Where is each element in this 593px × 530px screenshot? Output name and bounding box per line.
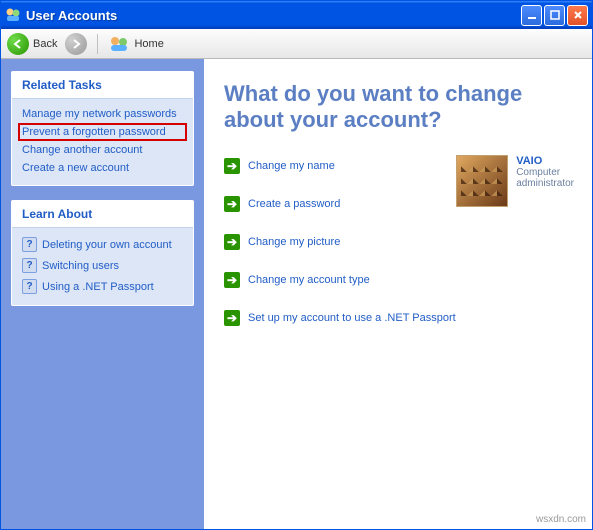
learn-about-panel: Learn About ? Deleting your own account … bbox=[11, 200, 194, 306]
learn-about-body: ? Deleting your own account ? Switching … bbox=[12, 228, 193, 305]
task-label: Change my picture bbox=[248, 236, 340, 248]
user-name: VAIO bbox=[516, 155, 574, 167]
arrow-icon: ➔ bbox=[224, 310, 240, 326]
user-role-line1: Computer bbox=[516, 167, 574, 178]
back-arrow-icon bbox=[7, 33, 29, 55]
related-task-create-account[interactable]: Create a new account bbox=[18, 159, 187, 177]
body-area: Related Tasks Manage my network password… bbox=[1, 59, 592, 529]
titlebar: User Accounts bbox=[1, 1, 592, 29]
link-label: Manage my network passwords bbox=[22, 108, 177, 120]
watermark: wsxdn.com bbox=[536, 514, 586, 525]
forward-button[interactable] bbox=[65, 33, 87, 55]
learn-switching-users[interactable]: ? Switching users bbox=[18, 255, 187, 276]
toolbar-separator bbox=[97, 34, 98, 54]
user-avatar[interactable] bbox=[456, 155, 508, 207]
task-label: Change my name bbox=[248, 160, 335, 172]
user-info: VAIO Computer administrator bbox=[516, 155, 574, 189]
related-tasks-panel: Related Tasks Manage my network password… bbox=[11, 71, 194, 186]
help-icon: ? bbox=[22, 237, 37, 252]
back-button[interactable]: Back bbox=[7, 33, 57, 55]
link-label: Deleting your own account bbox=[42, 239, 172, 251]
user-accounts-window: User Accounts Back Home bbox=[0, 0, 593, 530]
related-tasks-heading: Related Tasks bbox=[12, 72, 193, 99]
users-icon bbox=[108, 35, 130, 53]
related-task-manage-passwords[interactable]: Manage my network passwords bbox=[18, 105, 187, 123]
learn-net-passport[interactable]: ? Using a .NET Passport bbox=[18, 276, 187, 297]
main-content: What do you want to change about your ac… bbox=[204, 59, 592, 529]
home-label: Home bbox=[134, 38, 163, 50]
link-label: Switching users bbox=[42, 260, 119, 272]
back-label: Back bbox=[33, 38, 57, 50]
maximize-button[interactable] bbox=[544, 5, 565, 26]
task-label: Create a password bbox=[248, 198, 340, 210]
user-role-line2: administrator bbox=[516, 178, 574, 189]
task-label: Set up my account to use a .NET Passport bbox=[248, 312, 456, 324]
arrow-icon: ➔ bbox=[224, 158, 240, 174]
toolbar: Back Home bbox=[1, 29, 592, 59]
task-change-picture[interactable]: ➔ Change my picture bbox=[224, 234, 574, 250]
arrow-icon: ➔ bbox=[224, 272, 240, 288]
arrow-icon: ➔ bbox=[224, 196, 240, 212]
window-title: User Accounts bbox=[26, 8, 521, 23]
window-buttons bbox=[521, 5, 588, 26]
forward-arrow-icon bbox=[65, 33, 87, 55]
learn-deleting-account[interactable]: ? Deleting your own account bbox=[18, 234, 187, 255]
app-icon bbox=[5, 7, 21, 23]
arrow-icon: ➔ bbox=[224, 234, 240, 250]
task-change-account-type[interactable]: ➔ Change my account type bbox=[224, 272, 574, 288]
help-icon: ? bbox=[22, 279, 37, 294]
task-net-passport[interactable]: ➔ Set up my account to use a .NET Passpo… bbox=[224, 310, 574, 326]
link-label: Create a new account bbox=[22, 162, 129, 174]
home-button[interactable]: Home bbox=[108, 35, 163, 53]
link-label: Prevent a forgotten password bbox=[22, 126, 166, 138]
link-label: Using a .NET Passport bbox=[42, 281, 154, 293]
help-icon: ? bbox=[22, 258, 37, 273]
current-user-box: VAIO Computer administrator bbox=[456, 155, 574, 207]
related-task-change-another[interactable]: Change another account bbox=[18, 141, 187, 159]
page-heading: What do you want to change about your ac… bbox=[224, 81, 574, 134]
close-button[interactable] bbox=[567, 5, 588, 26]
learn-about-heading: Learn About bbox=[12, 201, 193, 228]
link-label: Change another account bbox=[22, 144, 142, 156]
related-tasks-body: Manage my network passwords Prevent a fo… bbox=[12, 99, 193, 185]
sidebar: Related Tasks Manage my network password… bbox=[1, 59, 204, 529]
task-label: Change my account type bbox=[248, 274, 370, 286]
related-task-prevent-forgotten[interactable]: Prevent a forgotten password bbox=[18, 123, 187, 141]
minimize-button[interactable] bbox=[521, 5, 542, 26]
